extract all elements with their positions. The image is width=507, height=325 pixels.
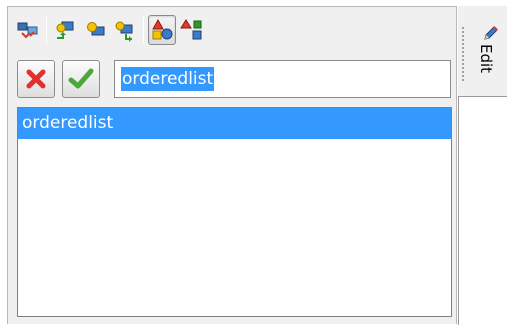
- pencil-icon: [484, 26, 498, 40]
- arrange-icon: [17, 22, 38, 39]
- toolbar: [14, 14, 208, 46]
- move-up-button[interactable]: [51, 15, 79, 45]
- shapes-view-button[interactable]: [148, 15, 176, 45]
- shapes-view-icon: [152, 18, 173, 40]
- resize-grip[interactable]: [461, 26, 465, 82]
- list-item-label: orderedlist: [22, 113, 114, 133]
- red-x-icon: [26, 69, 46, 89]
- arrow-up-icon: [56, 21, 74, 39]
- list-item[interactable]: orderedlist: [18, 108, 451, 139]
- toolbar-separator: [143, 16, 144, 44]
- shapes-replace-button[interactable]: [178, 15, 206, 45]
- shape-list[interactable]: orderedlist: [17, 107, 452, 317]
- arrange-button[interactable]: [14, 15, 42, 45]
- cancel-button[interactable]: [17, 60, 55, 98]
- add-shape-button[interactable]: [81, 15, 109, 45]
- green-check-icon: [68, 68, 94, 89]
- name-input[interactable]: orderedlist: [114, 60, 451, 98]
- side-panel-content: [458, 96, 507, 325]
- arrow-down-icon: [115, 21, 133, 42]
- shapes-replace-icon: [180, 19, 202, 40]
- bulb-icon: [87, 22, 105, 36]
- confirm-button[interactable]: [62, 60, 100, 98]
- name-input-value: orderedlist: [121, 67, 215, 91]
- toolbar-separator: [46, 16, 47, 44]
- tab-edit-label: Edit: [477, 44, 495, 74]
- window: orderedlist orderedlist Edit: [0, 0, 507, 325]
- move-down-button[interactable]: [111, 15, 139, 45]
